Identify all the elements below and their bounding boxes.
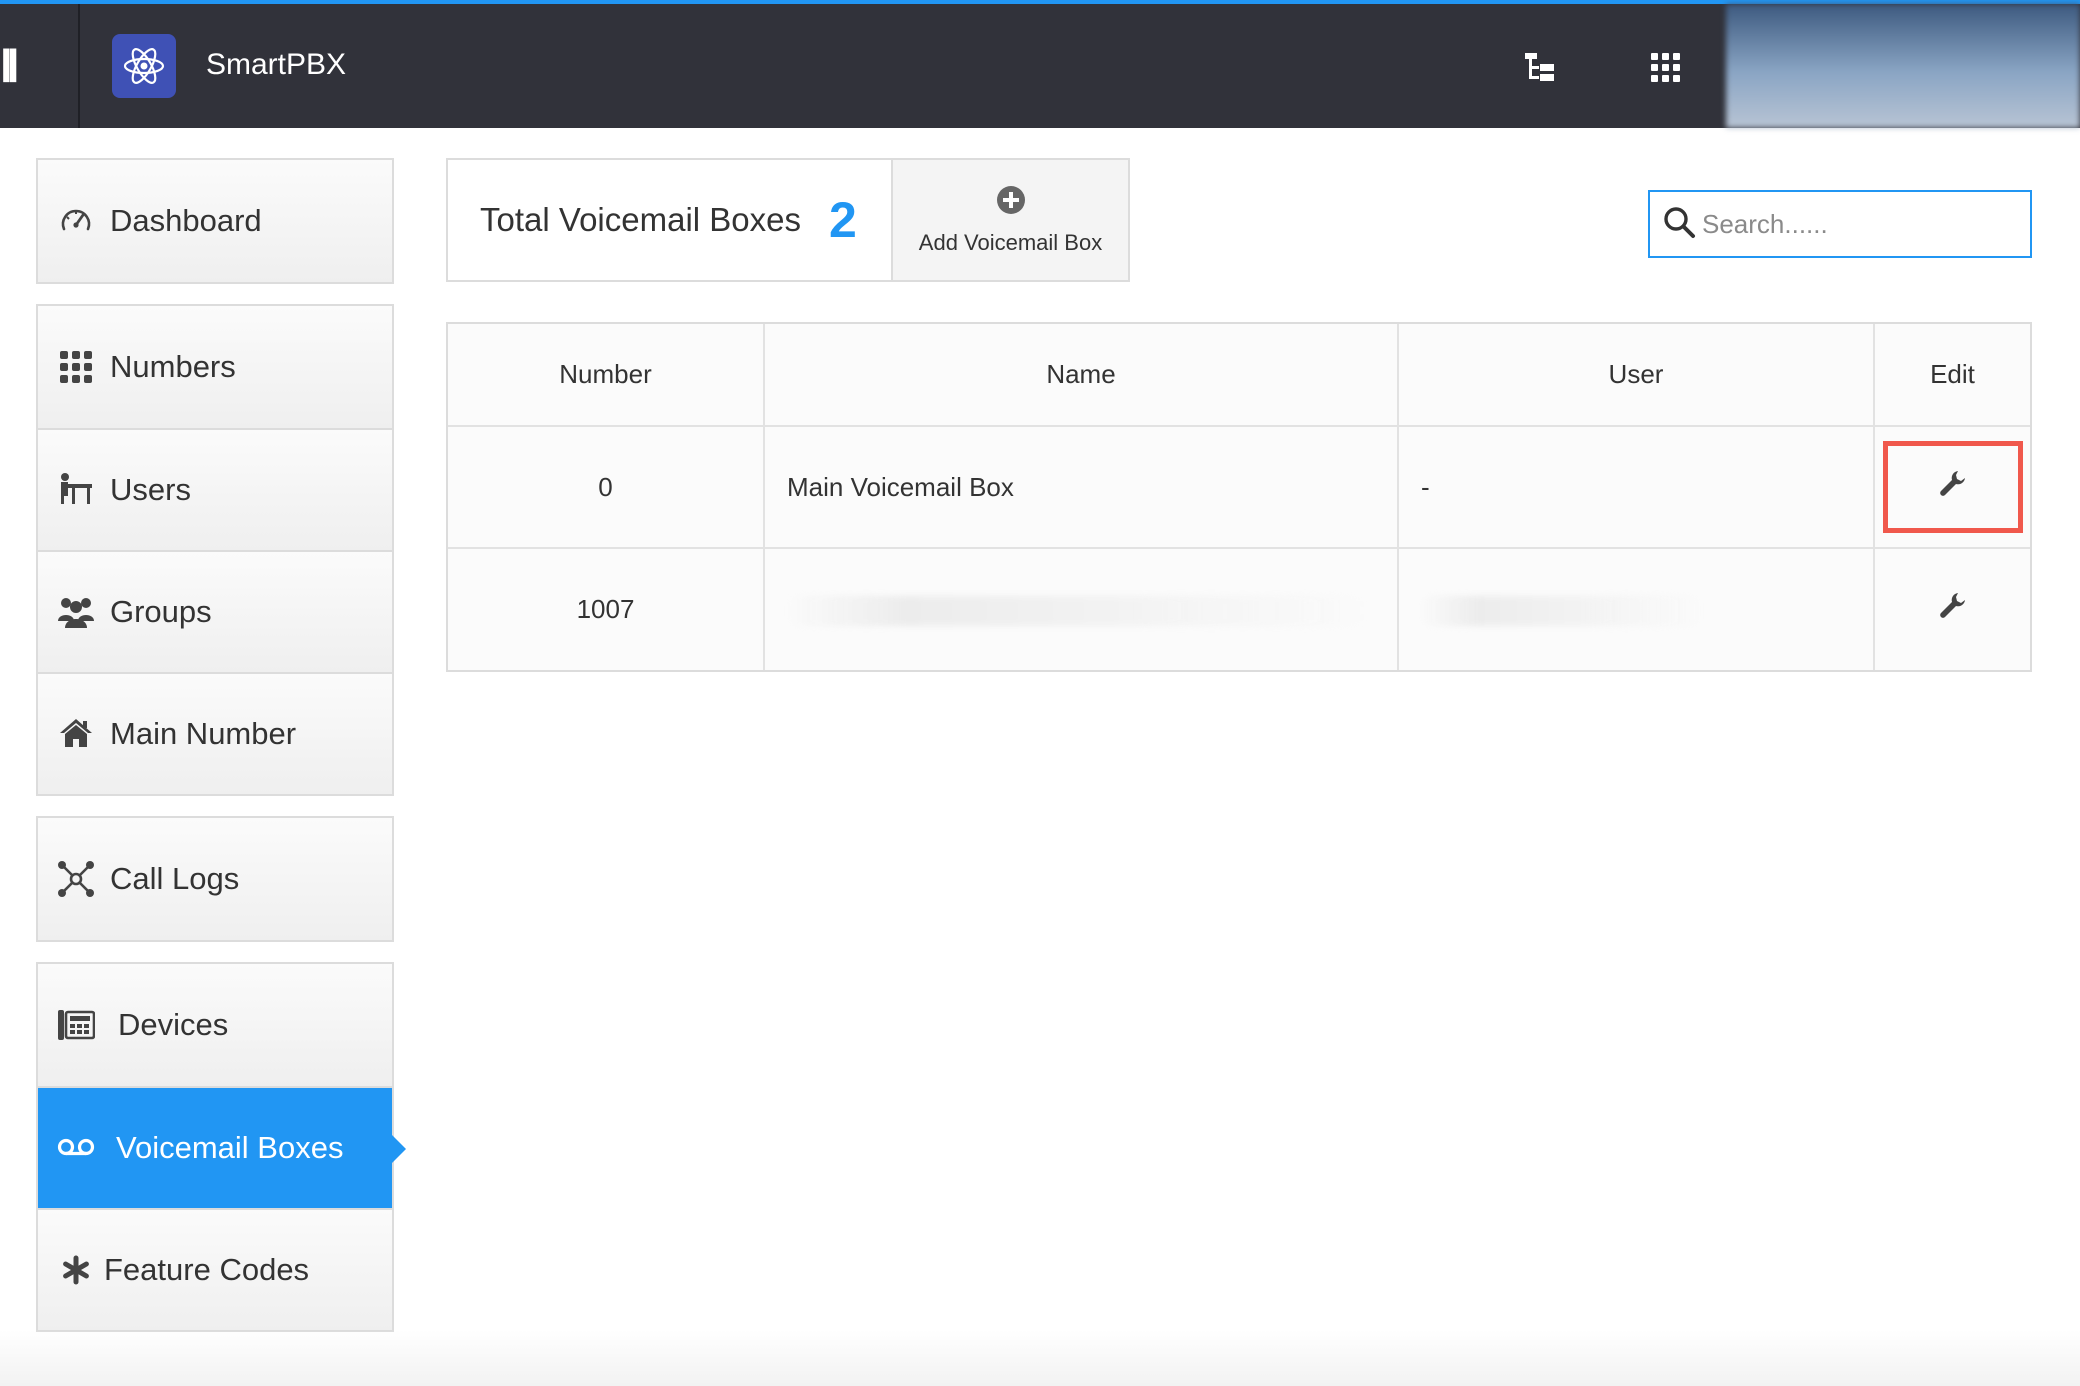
wrench-icon [1938,591,1968,628]
network-icon [56,859,96,899]
search-icon [1662,205,1696,244]
cell-number: 0 [448,426,765,549]
sidebar-item-users[interactable]: Users [38,428,392,550]
wrench-icon [1938,469,1968,506]
users-desk-icon [56,470,96,510]
cell-number: 1007 [448,548,765,670]
voicemail-table: Number Name User Edit 0 Main Voicemail B… [446,322,2032,672]
column-header-user[interactable]: User [1398,324,1875,427]
nav-group-dashboard: Dashboard [36,158,394,284]
voicemail-icon [56,1128,96,1168]
sidebar-item-dashboard[interactable]: Dashboard [38,160,392,282]
tree-structure-icon[interactable] [1520,48,1560,88]
home-icon [56,714,96,754]
sidebar-item-label: Main Number [110,716,297,751]
edge-glyph: ll [0,40,19,92]
cell-edit [1874,426,2030,549]
app-grid-icon[interactable] [1646,48,1686,88]
sidebar-item-label: Numbers [110,349,236,384]
nav-group-call-logs: Call Logs [36,816,394,942]
sidebar-item-label: Groups [110,594,212,629]
sidebar-item-label: Voicemail Boxes [116,1130,344,1165]
group-icon [56,592,96,632]
account-area[interactable] [1726,4,2080,128]
sidebar-nav: Dashboard Numbers Users Groups Main Numb… [36,158,406,1352]
total-voicemail-boxes: Total Voicemail Boxes 2 [448,160,893,280]
table-header-row: Number Name User Edit [448,324,2030,427]
table-row[interactable]: 0 Main Voicemail Box - [448,426,2030,549]
edit-button[interactable] [1883,564,2023,656]
bottom-fade [0,1330,2080,1386]
total-count: 2 [829,192,857,248]
nav-group-devices: Devices Voicemail Boxes Feature Codes [36,962,406,1332]
desk-phone-icon [56,1005,96,1045]
search-box [1648,190,2032,258]
column-header-name[interactable]: Name [764,324,1399,427]
sidebar-item-label: Feature Codes [104,1252,310,1287]
sidebar-item-call-logs[interactable]: Call Logs [38,818,392,940]
search-input[interactable] [1702,208,2022,240]
sidebar-item-label: Call Logs [110,861,240,896]
sidebar-item-label: Devices [118,1007,229,1042]
sidebar-item-main-number[interactable]: Main Number [38,672,392,794]
speedometer-icon [56,201,96,241]
cell-name-redacted [764,548,1399,670]
asterisk-icon [56,1250,96,1290]
table-row[interactable]: 1007 [448,548,2030,670]
cell-user: - [1398,426,1875,549]
add-voicemail-box-label: Add Voicemail Box [918,229,1103,255]
atom-icon [112,34,176,98]
top-bar: ll SmartPBX [0,0,2080,128]
voicemail-summary: Total Voicemail Boxes 2 Add Voicemail Bo… [446,158,1130,282]
app-title: SmartPBX [206,48,347,81]
app-switcher-edge[interactable]: ll [0,4,80,128]
nav-group-main: Numbers Users Groups Main Number [36,304,394,796]
sidebar-item-voicemail-boxes[interactable]: Voicemail Boxes [38,1086,406,1208]
sidebar-item-groups[interactable]: Groups [38,550,392,672]
sidebar-item-feature-codes[interactable]: Feature Codes [38,1208,392,1330]
cell-user-redacted [1398,548,1875,670]
column-header-number[interactable]: Number [448,324,765,427]
total-label: Total Voicemail Boxes [480,201,801,238]
redacted-text [1421,595,1701,626]
sidebar-item-label: Users [110,472,191,507]
sidebar-item-numbers[interactable]: Numbers [38,306,392,428]
redacted-text [787,595,1367,626]
sidebar-item-label: Dashboard [110,203,262,238]
cell-name: Main Voicemail Box [764,426,1399,549]
edit-button[interactable] [1882,441,2023,533]
dots-grid-icon [56,347,96,387]
cell-edit [1874,548,2030,670]
sidebar-item-devices[interactable]: Devices [38,964,392,1086]
add-voicemail-box-button[interactable]: Add Voicemail Box [893,160,1128,280]
plus-circle-icon [996,185,1026,220]
column-header-edit: Edit [1874,324,2030,427]
